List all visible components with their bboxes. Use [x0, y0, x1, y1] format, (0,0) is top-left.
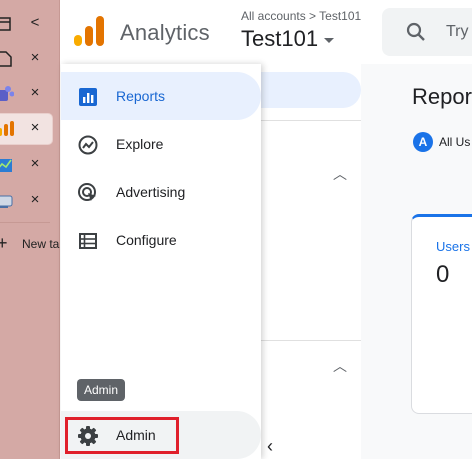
tab-site[interactable]: ×	[0, 186, 60, 216]
explore-icon	[77, 134, 99, 156]
card-metric-label: Users	[436, 239, 470, 254]
segment-badge: A	[413, 132, 433, 152]
admin-highlight-box	[65, 417, 179, 454]
tab-divider	[0, 222, 50, 223]
admin-tooltip: Admin	[77, 379, 126, 401]
bar-chart-icon	[77, 86, 99, 108]
nav-item-configure[interactable]: Configure	[61, 216, 261, 264]
new-tab-label: New ta	[22, 237, 60, 251]
close-tab-icon[interactable]: ×	[28, 83, 42, 103]
close-tab-icon[interactable]: ×	[28, 118, 42, 138]
tab-analytics[interactable]: ×	[0, 114, 52, 144]
divider	[261, 340, 361, 341]
divider	[261, 120, 361, 121]
nav-item-label: Reports	[116, 88, 166, 104]
secondary-nav-active-item[interactable]	[261, 72, 361, 108]
tab-teams[interactable]: ×	[0, 79, 60, 109]
page-icon	[0, 50, 14, 68]
property-selector[interactable]: Test101	[241, 26, 335, 52]
teams-icon	[0, 85, 14, 103]
search-bar[interactable]: Try	[382, 8, 472, 56]
analytics-logo-icon[interactable]	[74, 16, 104, 46]
chevron-up-icon[interactable]: ︿	[333, 164, 347, 184]
chevron-up-icon[interactable]: ︿	[333, 356, 347, 376]
advertising-icon	[77, 182, 99, 204]
configure-icon	[77, 230, 99, 252]
chart-icon	[0, 156, 14, 174]
close-tab-icon[interactable]: ×	[28, 190, 42, 210]
property-name: Test101	[241, 26, 319, 51]
nav-item-label: Explore	[116, 136, 164, 152]
analytics-icon	[0, 120, 14, 138]
close-tab-icon[interactable]: ×	[28, 154, 42, 174]
search-placeholder: Try	[446, 23, 469, 40]
nav-item-label: Configure	[116, 232, 177, 248]
close-tab-icon[interactable]: ×	[28, 48, 42, 68]
app-header: Analytics All accounts > Test101 Test101…	[61, 0, 472, 64]
app-name: Analytics	[120, 20, 210, 45]
collapse-tabs-icon[interactable]: <	[28, 13, 42, 33]
segment-label: All Us	[439, 135, 471, 149]
site-icon	[0, 192, 14, 210]
users-card[interactable]: Users 0	[411, 214, 472, 414]
page-title: Repor	[412, 84, 472, 109]
window-icon	[0, 15, 14, 33]
tab-page[interactable]: ×	[0, 44, 60, 74]
plus-icon: +	[0, 234, 8, 253]
nav-item-label: Advertising	[116, 184, 186, 200]
tab-chart[interactable]: ×	[0, 150, 60, 180]
nav-item-explore[interactable]: Explore	[61, 120, 261, 168]
new-tab-button[interactable]: + New ta	[0, 234, 60, 256]
card-metric-value: 0	[436, 261, 450, 288]
tab-window[interactable]: <	[0, 9, 60, 39]
search-icon	[406, 22, 425, 41]
nav-item-advertising[interactable]: Advertising	[61, 168, 261, 216]
breadcrumb[interactable]: All accounts > Test101	[241, 9, 361, 23]
caret-down-icon	[324, 37, 335, 43]
nav-item-reports[interactable]: Reports	[61, 72, 261, 120]
collapse-nav-chevron-icon[interactable]: ‹	[267, 436, 273, 457]
side-nav-drawer: Reports Explore Advertising Configure Ad…	[61, 64, 261, 459]
browser-tab-strip: < × × × × × + New ta	[0, 0, 60, 459]
